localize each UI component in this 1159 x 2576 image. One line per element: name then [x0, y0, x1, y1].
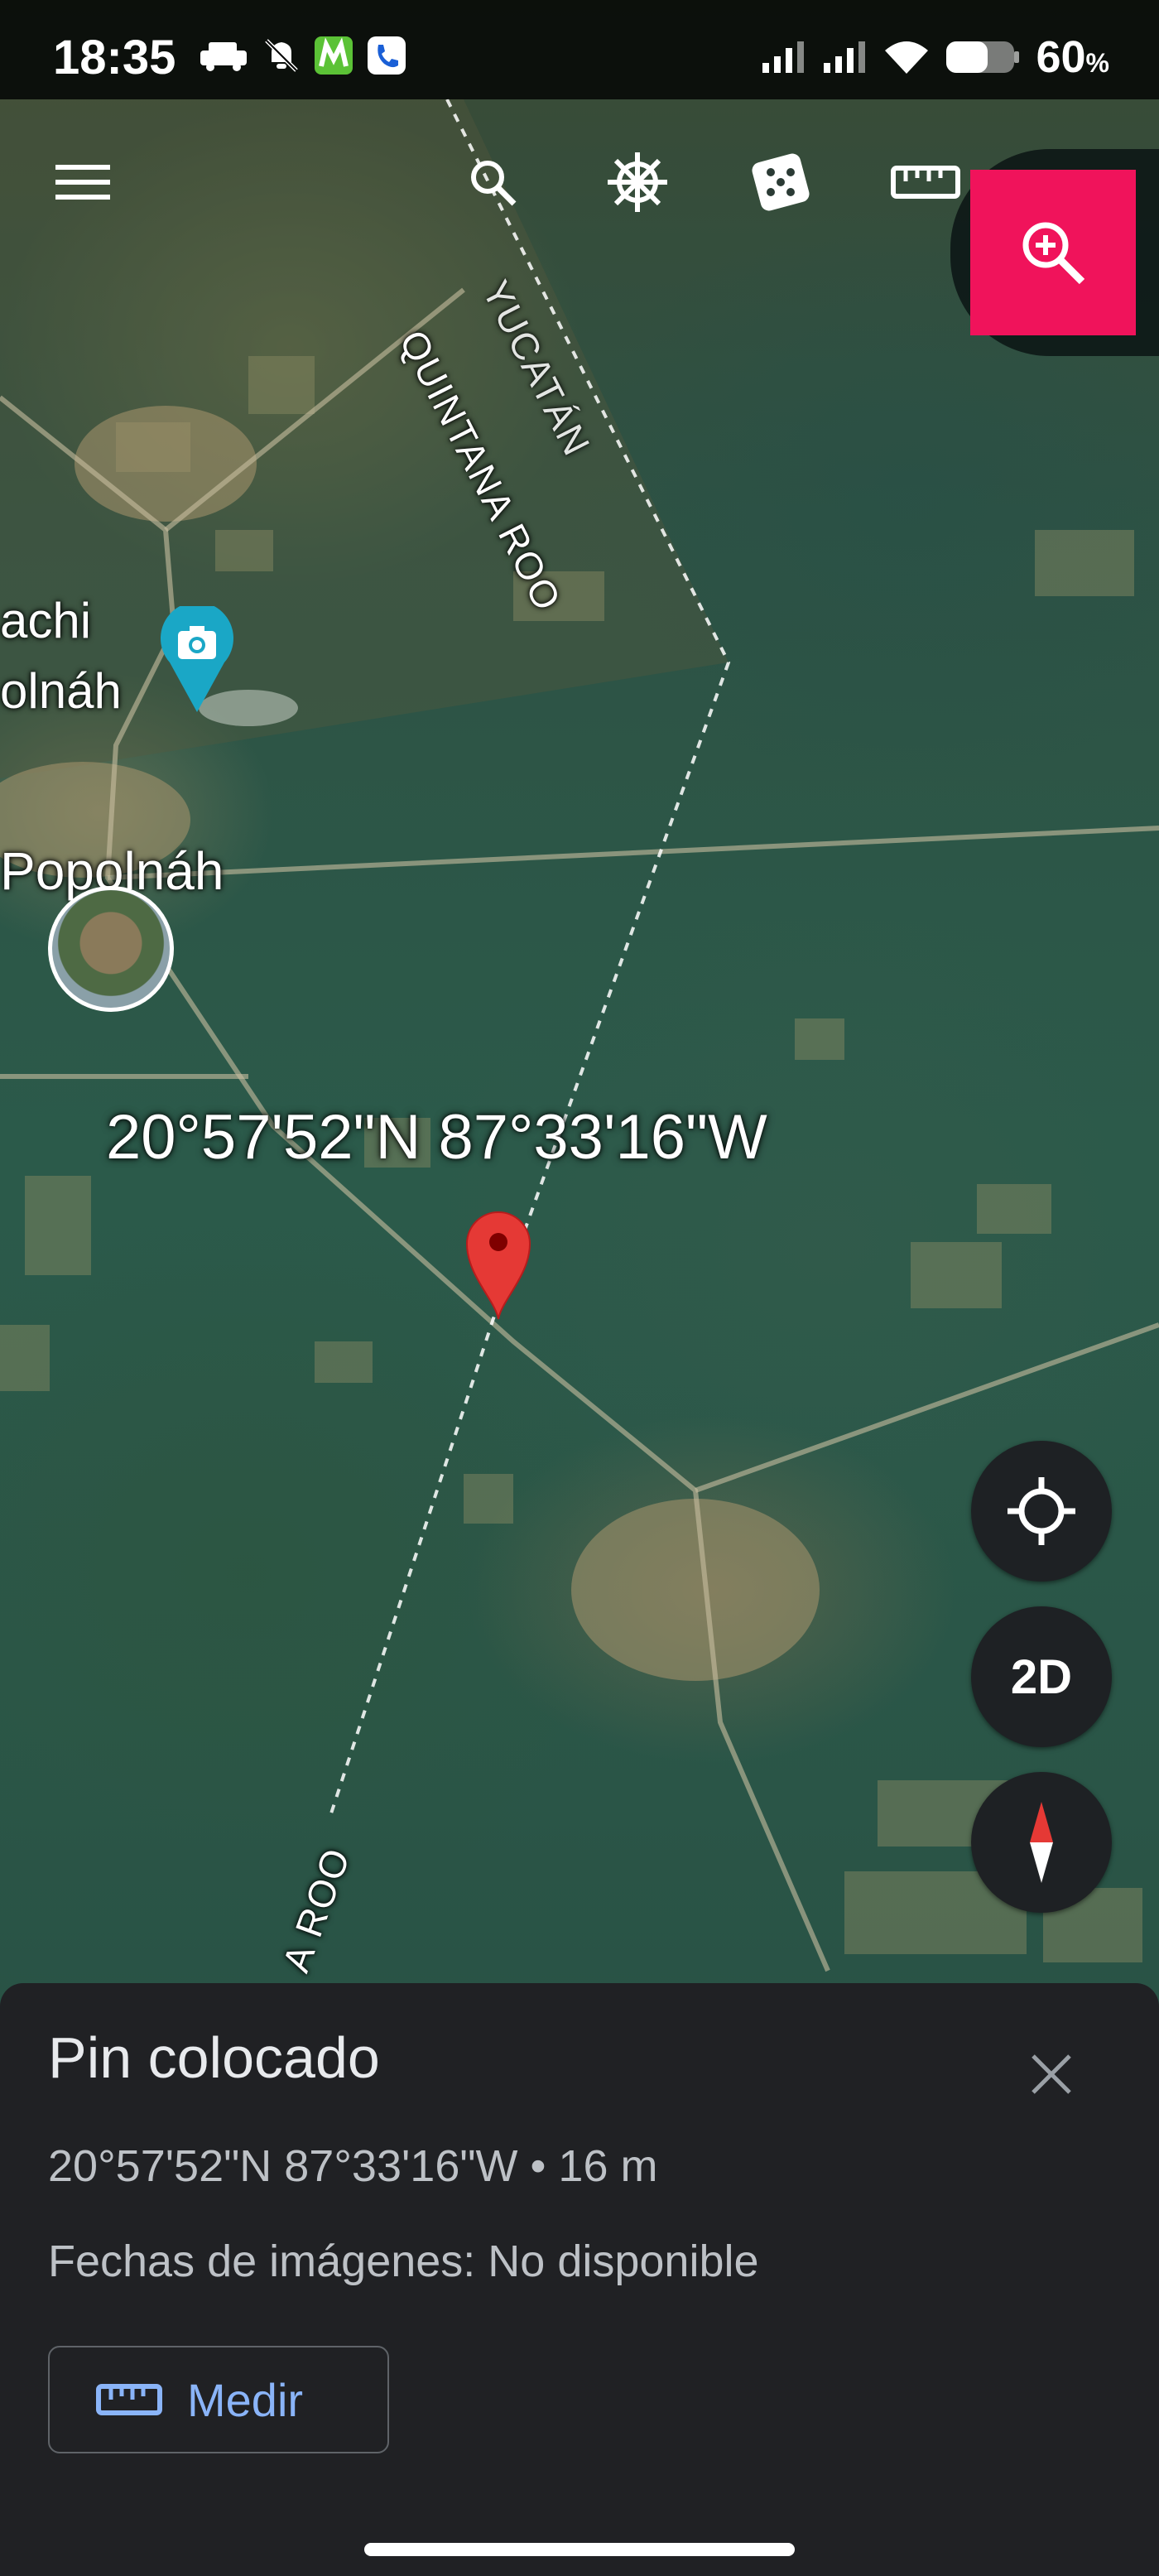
battery-icon — [946, 41, 1020, 73]
signal-icon — [762, 41, 805, 73]
my-location-button[interactable] — [971, 1441, 1112, 1582]
place-label-middle[interactable]: olnáh — [0, 662, 122, 720]
mute-icon — [265, 39, 298, 72]
wifi-icon — [885, 41, 929, 74]
compass-button[interactable] — [971, 1772, 1112, 1913]
pin-coordinates-text: 20°57'52"N 87°33'16"W • 16 m — [48, 2141, 658, 2191]
place-info-sheet: Pin colocado 20°57'52"N 87°33'16"W • 16 … — [0, 1983, 1159, 2576]
photo-marker[interactable] — [160, 606, 234, 714]
sheet-title: Pin colocado — [48, 2025, 380, 2090]
dropped-pin[interactable] — [464, 1209, 533, 1321]
close-sheet-button[interactable] — [1010, 2033, 1093, 2116]
compass-icon — [1030, 1802, 1053, 1883]
battery-level: 60% — [1036, 32, 1109, 82]
menu-button[interactable] — [41, 149, 124, 215]
pin-coordinates-label: 20°57'52"N 87°33'16"W — [106, 1102, 767, 1172]
image-dates-text: Fechas de imágenes: No disponible — [48, 2237, 759, 2286]
status-bar: 18:35 60% — [0, 0, 1159, 99]
view-mode-label: 2D — [1010, 1649, 1073, 1704]
close-icon — [1032, 2054, 1071, 2094]
dice-icon — [752, 153, 810, 211]
ruler-icon — [891, 166, 960, 199]
home-indicator[interactable] — [364, 2543, 795, 2556]
measure-button[interactable]: Medir — [48, 2346, 389, 2453]
measure-button-label: Medir — [187, 2373, 304, 2426]
zoom-in-button[interactable] — [970, 170, 1136, 335]
place-label-upper[interactable]: achi — [0, 592, 91, 649]
voyager-button[interactable] — [600, 145, 675, 219]
ship-wheel-icon — [608, 152, 667, 212]
status-time: 18:35 — [53, 31, 176, 84]
crosshair-icon — [1008, 1477, 1075, 1545]
camera-pin-icon — [161, 606, 233, 712]
map-pin-icon — [465, 1211, 531, 1320]
phone-app-icon — [368, 36, 406, 75]
search-icon — [471, 161, 517, 206]
ruler-icon — [96, 2384, 162, 2415]
search-button[interactable] — [459, 149, 526, 215]
signal-icon — [824, 41, 866, 73]
feeling-lucky-button[interactable] — [743, 145, 818, 219]
menu-icon — [55, 165, 110, 200]
photo-thumbnail[interactable] — [48, 886, 174, 1012]
zoom-in-icon — [1022, 222, 1085, 285]
view-mode-toggle[interactable]: 2D — [971, 1606, 1112, 1747]
car-icon — [200, 42, 247, 71]
movistar-icon — [315, 36, 353, 75]
measure-tool-button[interactable] — [884, 149, 967, 215]
